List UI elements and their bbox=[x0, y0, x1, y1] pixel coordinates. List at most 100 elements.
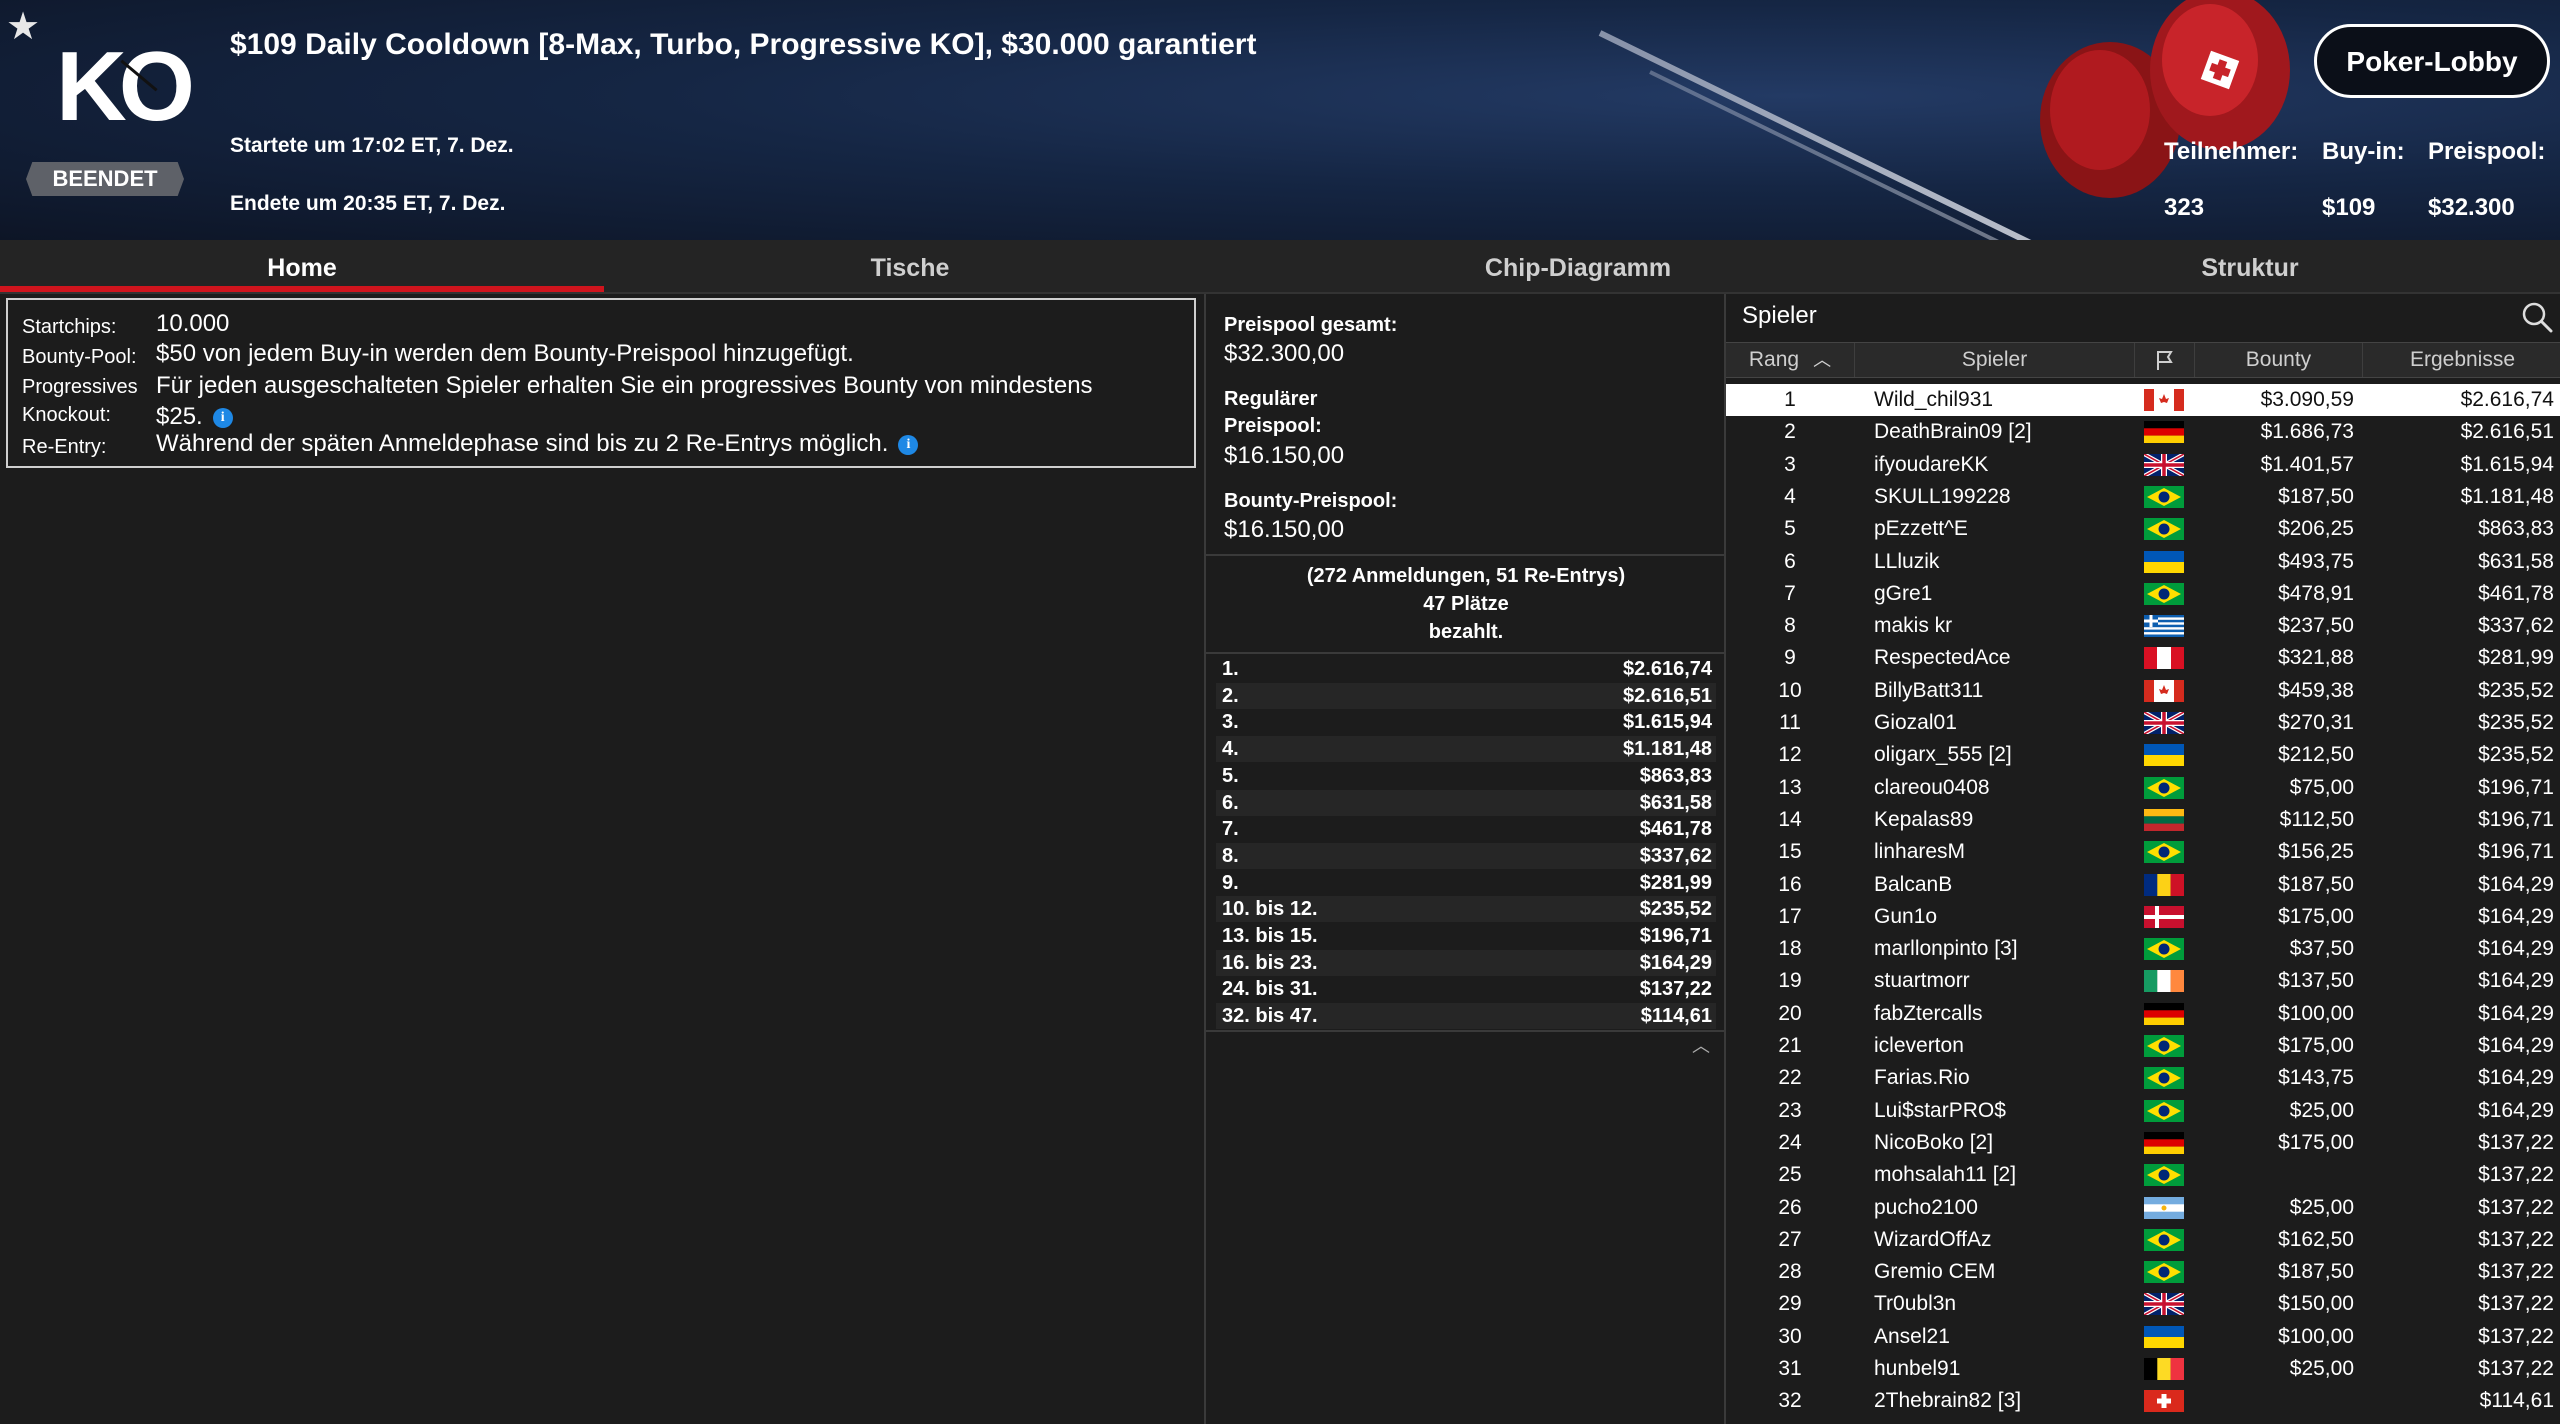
player-row[interactable]: 16 BalcanB $187,50 $164,29 bbox=[1726, 869, 2560, 901]
country-flag-icon bbox=[2144, 744, 2184, 767]
player-row[interactable]: 32 2Thebrain82 [3] $114,61 bbox=[1726, 1385, 2560, 1417]
payout-place: 16. bis 23. bbox=[1222, 951, 1318, 974]
player-row[interactable]: 24 NicoBoko [2] $175,00 $137,22 bbox=[1726, 1127, 2560, 1159]
player-row[interactable]: 2 DeathBrain09 [2] $1.686,73 $2.616,51 bbox=[1726, 416, 2560, 448]
player-row[interactable]: 11 Giozal01 $270,31 $235,52 bbox=[1726, 707, 2560, 739]
player-row[interactable]: 3 ifyoudareKK $1.401,57 $1.615,94 bbox=[1726, 449, 2560, 481]
player-row[interactable]: 21 icleverton $175,00 $164,29 bbox=[1726, 1030, 2560, 1062]
player-bounty: $25,00 bbox=[2289, 1195, 2354, 1219]
player-row[interactable]: 5 pEzzett^E $206,25 $863,83 bbox=[1726, 513, 2560, 545]
player-result: $631,58 bbox=[2478, 549, 2554, 573]
favorite-star-icon[interactable]: ★ bbox=[6, 8, 40, 46]
player-rank: 2 bbox=[1784, 420, 1796, 444]
column-header-result[interactable]: Ergebnisse bbox=[2362, 343, 2560, 377]
player-result: $137,22 bbox=[2478, 1227, 2554, 1251]
payout-place: 4. bbox=[1222, 738, 1239, 761]
sort-ascending-icon[interactable]: ︿ bbox=[1813, 343, 1831, 377]
player-row[interactable]: 22 Farias.Rio $143,75 $164,29 bbox=[1726, 1062, 2560, 1094]
buyin-value: $109 bbox=[2322, 194, 2376, 221]
player-row[interactable]: 4 SKULL199228 $187,50 $1.181,48 bbox=[1726, 481, 2560, 513]
player-rank: 13 bbox=[1778, 775, 1802, 799]
player-result: $164,29 bbox=[2478, 1001, 2554, 1025]
player-row[interactable]: 30 Ansel21 $100,00 $137,22 bbox=[1726, 1321, 2560, 1353]
collapse-chevron-icon[interactable]: ︿ bbox=[1692, 1032, 1710, 1058]
player-name: gGre1 bbox=[1874, 581, 1933, 605]
column-header-bounty[interactable]: Bounty bbox=[2194, 343, 2362, 377]
payout-amount: $235,52 bbox=[1639, 898, 1712, 921]
player-row[interactable]: 15 linharesM $156,25 $196,71 bbox=[1726, 836, 2560, 868]
player-name: DeathBrain09 [2] bbox=[1874, 420, 2032, 444]
regular-prizepool-label-2: Preispool: bbox=[1224, 415, 1322, 437]
player-row[interactable]: 26 pucho2100 $25,00 $137,22 bbox=[1726, 1192, 2560, 1224]
player-name: 2Thebrain82 [3] bbox=[1874, 1389, 2022, 1413]
reentry-label: Re-Entry: bbox=[22, 436, 107, 458]
divider bbox=[1206, 1030, 1726, 1032]
progressive-ko-label-line2: Knockout: bbox=[22, 404, 111, 426]
prizepool-panel: Preispool gesamt: $32.300,00 Regulärer P… bbox=[1204, 294, 1726, 1424]
progressive-ko-label-line1: Progressives bbox=[22, 376, 138, 398]
payout-amount: $631,58 bbox=[1639, 791, 1712, 814]
player-name: makis kr bbox=[1874, 614, 1953, 638]
player-row[interactable]: 13 clareou0408 $75,00 $196,71 bbox=[1726, 772, 2560, 804]
rank-header-label: Rang bbox=[1748, 348, 1800, 371]
player-bounty: $1.686,73 bbox=[2260, 420, 2354, 444]
player-row[interactable]: 18 marllonpinto [3] $37,50 $164,29 bbox=[1726, 933, 2560, 965]
player-bounty: $1.401,57 bbox=[2260, 452, 2354, 476]
country-flag-icon bbox=[2144, 1196, 2184, 1219]
player-rank: 19 bbox=[1778, 969, 1802, 993]
total-prizepool-label: Preispool gesamt: bbox=[1224, 314, 1398, 336]
tab-tables[interactable]: Tische bbox=[604, 240, 1216, 292]
player-row[interactable]: 25 mohsalah11 [2] $137,22 bbox=[1726, 1159, 2560, 1191]
player-row[interactable]: 9 RespectedAce $321,88 $281,99 bbox=[1726, 642, 2560, 674]
country-flag-icon bbox=[2144, 389, 2184, 411]
country-flag-icon bbox=[2144, 1358, 2184, 1380]
player-bounty: $478,91 bbox=[2278, 581, 2354, 605]
player-bounty: $206,25 bbox=[2278, 517, 2354, 541]
player-row[interactable]: 12 oligarx_555 [2] $212,50 $235,52 bbox=[1726, 739, 2560, 771]
payout-place: 6. bbox=[1222, 791, 1239, 814]
player-name: marllonpinto [3] bbox=[1874, 937, 2018, 961]
player-rank: 11 bbox=[1779, 711, 1801, 734]
player-result: $1.181,48 bbox=[2460, 484, 2554, 508]
column-header-player[interactable]: Spieler bbox=[1854, 343, 2134, 377]
player-rank: 12 bbox=[1778, 743, 1802, 767]
tab-structure[interactable]: Struktur bbox=[1940, 240, 2560, 292]
country-flag-icon bbox=[2144, 938, 2184, 961]
payout-row: 9. $281,99 bbox=[1216, 870, 1716, 896]
player-row[interactable]: 17 Gun1o $175,00 $164,29 bbox=[1726, 901, 2560, 933]
player-row[interactable]: 19 stuartmorr $137,50 $164,29 bbox=[1726, 965, 2560, 997]
country-flag-icon bbox=[2144, 550, 2184, 573]
country-flag-icon bbox=[2144, 905, 2184, 928]
player-row[interactable]: 10 BillyBatt311 $459,38 $235,52 bbox=[1726, 675, 2560, 707]
player-row[interactable]: 7 gGre1 $478,91 $461,78 bbox=[1726, 578, 2560, 610]
player-row[interactable]: 29 Tr0ubl3n $150,00 $137,22 bbox=[1726, 1288, 2560, 1320]
tab-chip-chart[interactable]: Chip-Diagramm bbox=[1216, 240, 1940, 292]
player-row[interactable]: 14 Kepalas89 $112,50 $196,71 bbox=[1726, 804, 2560, 836]
payout-amount: $164,29 bbox=[1639, 951, 1712, 974]
payout-row: 1. $2.616,74 bbox=[1216, 656, 1716, 682]
player-row[interactable]: 27 WizardOffAz $162,50 $137,22 bbox=[1726, 1224, 2560, 1256]
player-result: $337,62 bbox=[2478, 614, 2554, 638]
payout-place: 2. bbox=[1222, 684, 1239, 707]
poker-lobby-button[interactable]: Poker-Lobby bbox=[2314, 24, 2550, 98]
info-icon[interactable]: i bbox=[212, 407, 233, 428]
player-bounty: $493,75 bbox=[2278, 549, 2354, 573]
player-row[interactable]: 8 makis kr $237,50 $337,62 bbox=[1726, 610, 2560, 642]
regular-prizepool-value: $16.150,00 bbox=[1224, 442, 1345, 469]
tab-home[interactable]: Home bbox=[0, 240, 604, 292]
column-header-rank[interactable]: Rang ︿ bbox=[1726, 343, 1854, 377]
player-row[interactable]: 23 Lui$starPRO$ $25,00 $164,29 bbox=[1726, 1095, 2560, 1127]
player-rank: 24 bbox=[1778, 1130, 1802, 1154]
column-header-country[interactable] bbox=[2134, 343, 2194, 377]
player-row[interactable]: 31 hunbel91 $25,00 $137,22 bbox=[1726, 1353, 2560, 1385]
info-icon[interactable]: i bbox=[898, 434, 919, 455]
player-row[interactable]: 6 LLluzik $493,75 $631,58 bbox=[1726, 546, 2560, 578]
player-name: clareou0408 bbox=[1874, 775, 1990, 799]
player-name: Giozal01 bbox=[1874, 711, 1957, 734]
player-rank: 17 bbox=[1778, 904, 1802, 928]
search-icon[interactable] bbox=[2520, 300, 2554, 334]
player-row[interactable]: 28 Gremio CEM $187,50 $137,22 bbox=[1726, 1256, 2560, 1288]
player-row[interactable]: 1 Wild_chil931 $3.090,59 $2.616,74 bbox=[1726, 384, 2560, 416]
player-rank: 10 bbox=[1778, 678, 1802, 702]
player-row[interactable]: 20 fabZtercalls $100,00 $164,29 bbox=[1726, 998, 2560, 1030]
